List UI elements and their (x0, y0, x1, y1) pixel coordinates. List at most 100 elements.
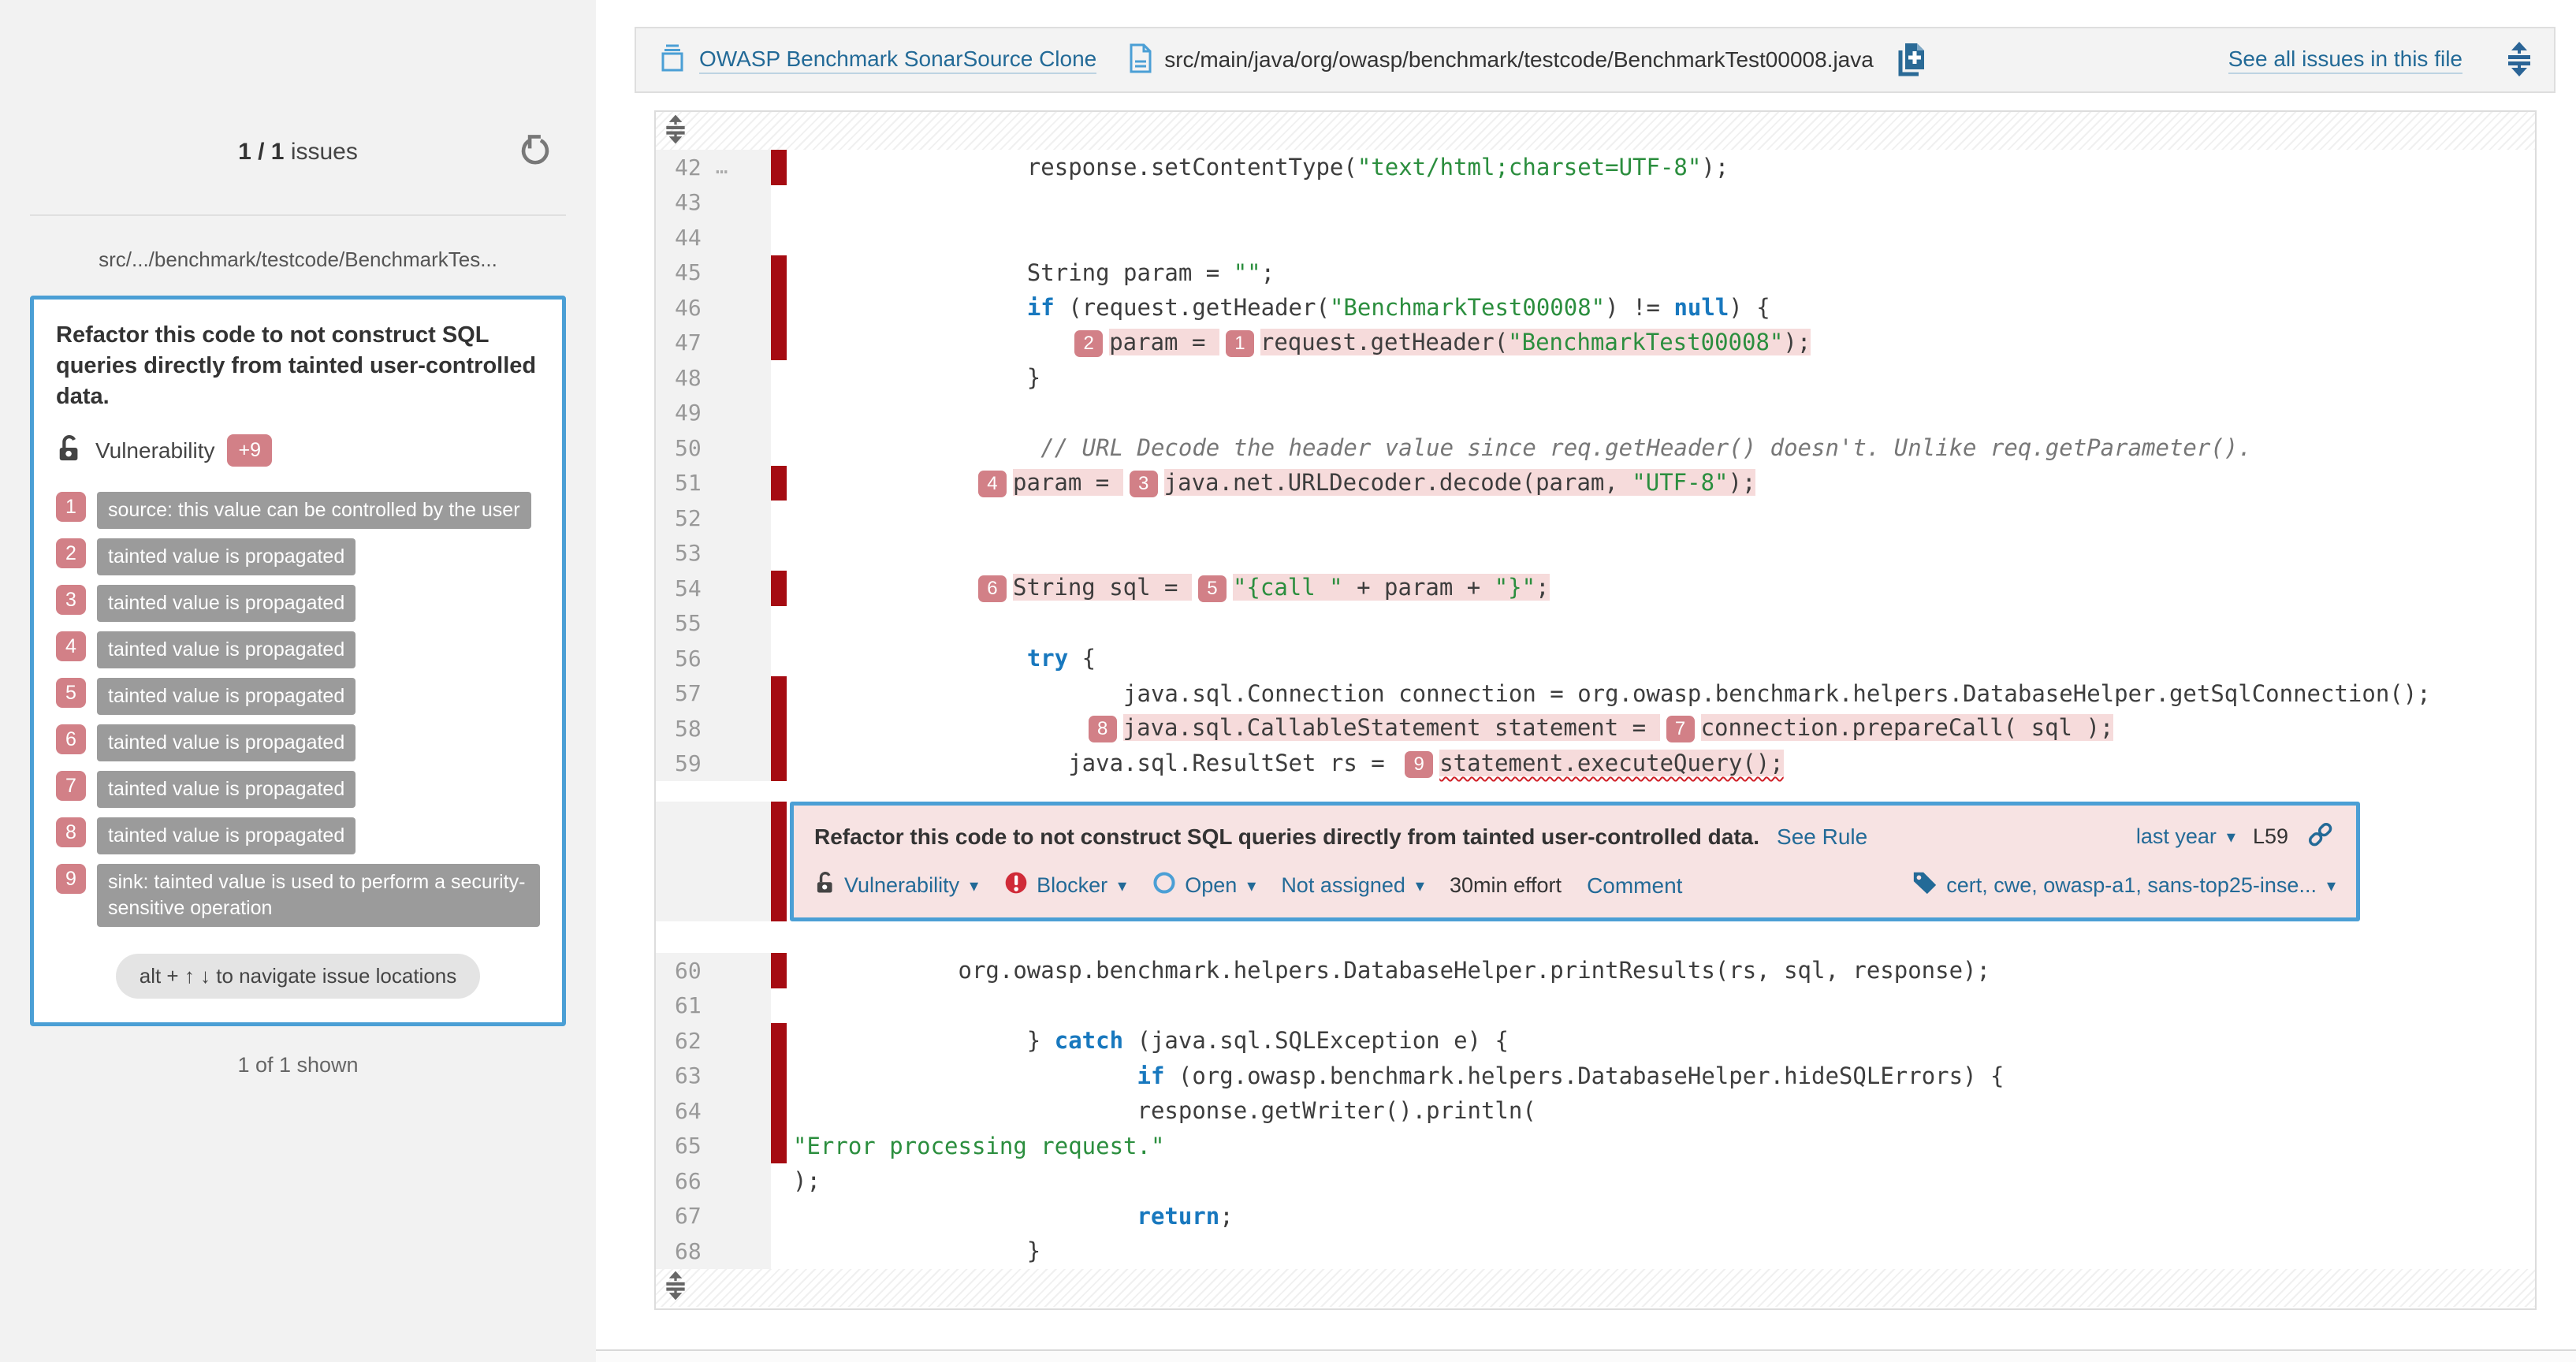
line-number[interactable]: 48 (656, 360, 771, 396)
issue-type-row: Vulnerability +9 (56, 433, 540, 468)
issue-gutter-bar (771, 606, 787, 642)
expand-above-bar[interactable] (656, 112, 2535, 150)
location-badge[interactable]: 7 (56, 771, 86, 801)
reload-icon (517, 161, 553, 173)
locations-count-badge[interactable]: +9 (227, 434, 272, 467)
expand-file-button[interactable] (2505, 41, 2533, 80)
line-number[interactable]: 51 (656, 466, 771, 501)
project-link[interactable]: OWASP Benchmark SonarSource Clone (699, 47, 1096, 74)
code-text: ); (787, 1167, 821, 1194)
line-number[interactable]: 59 (656, 746, 771, 782)
line-number[interactable]: 55 (656, 606, 771, 642)
line-number[interactable]: 53 (656, 536, 771, 571)
code-line: 50 // URL Decode the header value since … (656, 430, 2535, 466)
comment-link[interactable]: Comment (1587, 873, 1682, 899)
see-rule-link[interactable]: See Rule (1777, 824, 1867, 850)
issue-locations-list: 1 source: this value can be controlled by… (56, 492, 540, 927)
location-text[interactable]: tainted value is propagated (97, 817, 356, 854)
location-badge[interactable]: 5 (1198, 575, 1227, 602)
copy-file-path-button[interactable] (1893, 40, 1927, 80)
code-text: java.sql.Connection connection = org.owa… (787, 680, 2431, 707)
issue-type-dropdown[interactable]: Vulnerability (814, 869, 978, 902)
location-badge[interactable]: 3 (56, 585, 86, 615)
folded-code-ellipsis[interactable]: … (716, 155, 730, 179)
permalink-icon[interactable] (2306, 820, 2336, 854)
location-badge[interactable]: 8 (56, 817, 86, 847)
location-text[interactable]: tainted value is propagated (97, 585, 356, 622)
code-text: 6String sql = 5"{call " + param + "}"; (787, 574, 1550, 602)
issues-count-number: 1 / 1 (238, 139, 284, 165)
line-number[interactable]: 49 (656, 396, 771, 431)
line-number[interactable]: 43 (656, 185, 771, 221)
location-text[interactable]: source: this value can be controlled by … (97, 492, 531, 529)
location-badge[interactable]: 2 (1074, 330, 1103, 357)
line-number[interactable]: 60 (656, 953, 771, 988)
issue-type-label: Vulnerability (95, 438, 214, 463)
location-badge[interactable]: 2 (56, 538, 86, 568)
code-text: if (org.owasp.benchmark.helpers.Database… (787, 1062, 2004, 1089)
reload-button[interactable] (517, 134, 553, 173)
location-badge[interactable]: 3 (1130, 471, 1158, 497)
line-number[interactable]: 62 (656, 1023, 771, 1059)
location-badge[interactable]: 6 (978, 575, 1007, 602)
issue-gutter-bar (771, 396, 787, 431)
line-number[interactable]: 64 (656, 1093, 771, 1129)
line-number[interactable]: 50 (656, 430, 771, 466)
open-lock-icon (56, 433, 83, 468)
location-badge[interactable]: 4 (56, 631, 86, 661)
line-number[interactable]: 61 (656, 988, 771, 1024)
line-number[interactable]: 67 (656, 1199, 771, 1234)
inline-issue-box[interactable]: Refactor this code to not construct SQL … (790, 802, 2360, 921)
location-text[interactable]: sink: tainted value is used to perform a… (97, 864, 540, 927)
assignee-dropdown[interactable]: Not assigned (1281, 873, 1424, 898)
inline-issue-meta-row: Vulnerability Blocker (814, 869, 2336, 902)
line-number[interactable]: 68 (656, 1234, 771, 1269)
tags-dropdown[interactable]: cert, cwe, owasp-a1, sans-top25-inse... (1912, 869, 2336, 902)
location-badge[interactable]: 4 (978, 471, 1007, 497)
issue-location-row: 9 sink: tainted value is used to perform … (56, 864, 540, 927)
location-text[interactable]: tainted value is propagated (97, 771, 356, 808)
code-text: 8java.sql.CallableStatement statement = … (787, 714, 2113, 742)
location-badge[interactable]: 7 (1666, 716, 1695, 742)
issue-gutter-bar (771, 711, 787, 746)
code-lines-above: 42… response.setContentType("text/html;c… (656, 150, 2535, 781)
location-text[interactable]: tainted value is propagated (97, 678, 356, 715)
location-badge[interactable]: 9 (56, 864, 86, 894)
issue-title[interactable]: Refactor this code to not construct SQL … (56, 320, 540, 412)
bottom-strip (596, 1349, 2576, 1362)
line-number[interactable]: 47 (656, 326, 771, 361)
location-badge[interactable]: 5 (56, 678, 86, 708)
line-number[interactable]: 58 (656, 711, 771, 746)
line-number[interactable]: 66 (656, 1163, 771, 1199)
code-lines-below: 60 org.owasp.benchmark.helpers.DatabaseH… (656, 953, 2535, 1269)
severity-dropdown[interactable]: Blocker (1003, 870, 1126, 901)
line-number[interactable]: 56 (656, 641, 771, 676)
see-all-issues-link[interactable]: See all issues in this file (2228, 47, 2462, 74)
line-number[interactable]: 42… (656, 150, 771, 185)
location-badge[interactable]: 6 (56, 724, 86, 754)
location-badge[interactable]: 9 (1405, 751, 1433, 778)
issue-gutter-bar (771, 1129, 787, 1164)
line-number[interactable]: 57 (656, 676, 771, 712)
status-dropdown[interactable]: Open (1152, 870, 1256, 901)
location-text[interactable]: tainted value is propagated (97, 724, 356, 761)
issue-gutter-bar (771, 988, 787, 1024)
line-number[interactable]: 54 (656, 571, 771, 606)
location-text[interactable]: tainted value is propagated (97, 631, 356, 668)
line-number[interactable]: 46 (656, 290, 771, 326)
expand-below-bar[interactable] (656, 1269, 2535, 1307)
code-text: response.getWriter().println( (787, 1097, 1536, 1124)
issue-gutter-bar (771, 255, 787, 291)
location-text[interactable]: tainted value is propagated (97, 538, 356, 575)
line-number[interactable]: 45 (656, 255, 771, 291)
issue-card[interactable]: Refactor this code to not construct SQL … (30, 296, 566, 1026)
location-badge[interactable]: 8 (1089, 716, 1117, 742)
line-number[interactable]: 63 (656, 1059, 771, 1094)
line-number[interactable]: 65 (656, 1129, 771, 1164)
line-number[interactable]: 52 (656, 501, 771, 536)
code-line: 66); (656, 1163, 2535, 1199)
location-badge[interactable]: 1 (56, 492, 86, 522)
issue-age-dropdown[interactable]: last year (2136, 824, 2235, 849)
line-number[interactable]: 44 (656, 220, 771, 255)
location-badge[interactable]: 1 (1226, 330, 1254, 357)
